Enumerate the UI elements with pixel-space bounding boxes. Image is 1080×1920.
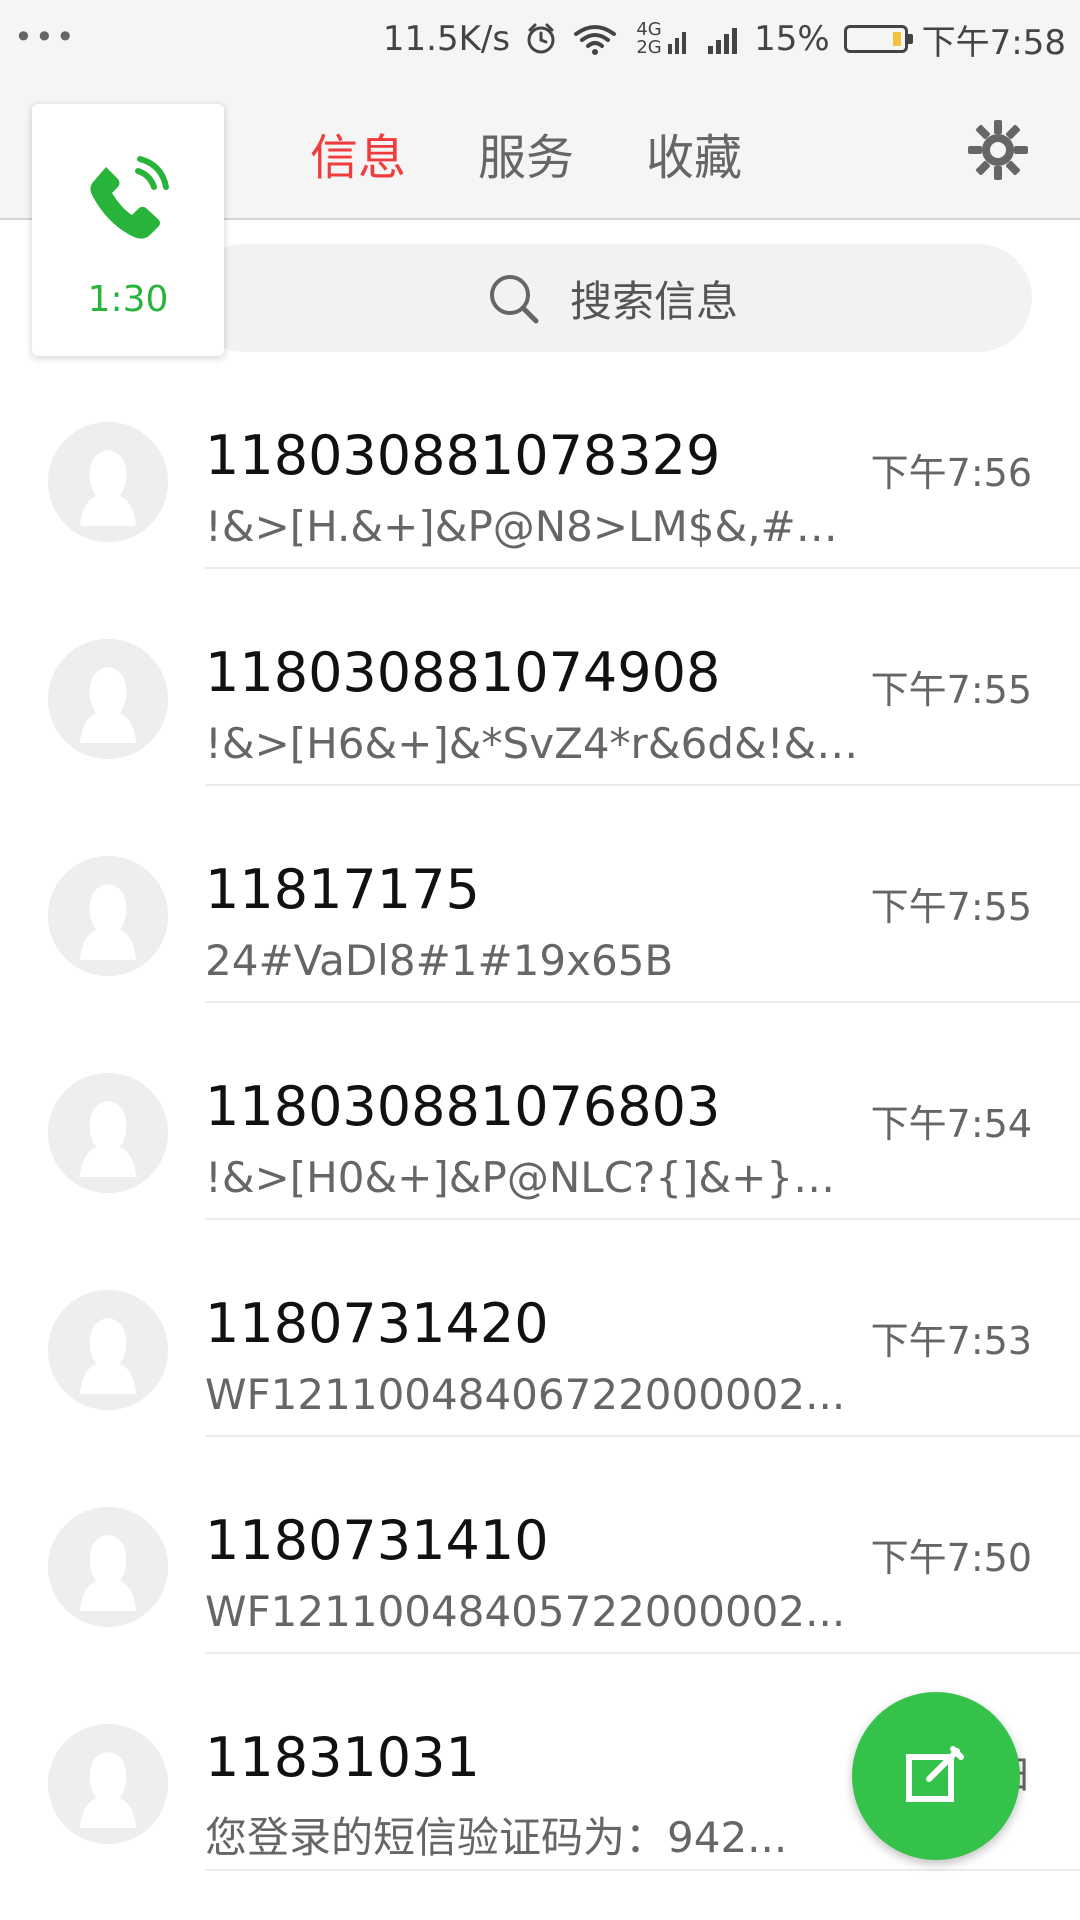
divider	[205, 1869, 1080, 1871]
search-placeholder: 搜索信息	[569, 276, 738, 326]
list-item[interactable]: 1180731410 WF1211004840572200000​2... 下午…	[0, 1437, 1080, 1654]
avatar-person-icon	[48, 422, 168, 542]
message-preview: !&>[H.&+]&P@N8>LM$&,#&!&...	[205, 502, 865, 551]
status-bar: ••• 11.5K/s 4G 2G 15% 下午7:58	[0, 0, 1080, 78]
tabs: 信息 服务 收藏	[310, 118, 742, 188]
message-sender: 11831031	[205, 1726, 480, 1789]
list-item[interactable]: 118030881078329 !&>[H.&+]&P@N8>LM$&,#&!&…	[0, 352, 1080, 569]
list-item[interactable]: 1180731420 WF1211004840672200000​2... 下午…	[0, 1220, 1080, 1437]
search-bar[interactable]: 搜索信息	[190, 244, 1032, 352]
avatar	[48, 1290, 168, 1410]
message-preview: !&>[H0&+]&P@NLC?{]&+}&!&(...	[205, 1153, 865, 1202]
avatar-person-icon	[48, 1073, 168, 1193]
message-time: 下午7:56	[870, 451, 1032, 495]
avatar-person-icon	[48, 1507, 168, 1627]
message-time: 下午7:54	[870, 1102, 1032, 1146]
list-item[interactable]: 11817175 24#VaDl8#1#19x65B 下午7:55	[0, 786, 1080, 1003]
avatar-person-icon	[48, 1724, 168, 1844]
avatar	[48, 1507, 168, 1627]
message-sender: 11817175	[205, 858, 480, 921]
message-preview: WF1211004840572200000​2...	[205, 1587, 846, 1636]
avatar-person-icon	[48, 639, 168, 759]
tab-messages[interactable]: 信息	[310, 118, 406, 188]
message-time: 下午7:55	[870, 885, 1032, 929]
message-preview: 24#VaDl8#1#19x65B	[205, 936, 674, 985]
message-sender: 1180731420	[205, 1292, 549, 1355]
compose-icon	[906, 1746, 964, 1802]
compose-fab[interactable]	[852, 1692, 1020, 1860]
message-preview: !&>[H6&+]&*SvZ4*r&6d&!&()z...	[205, 719, 865, 768]
call-timer: 1:30	[87, 278, 169, 320]
status-time: 下午7:58	[921, 22, 1066, 63]
avatar-person-icon	[48, 1290, 168, 1410]
avatar	[48, 1724, 168, 1844]
network-speed: 11.5K/s	[382, 19, 511, 59]
settings-button[interactable]	[966, 118, 1030, 182]
avatar-person-icon	[48, 856, 168, 976]
list-item[interactable]: 118030881076803 !&>[H0&+]&P@NLC?{]&+}&!&…	[0, 1003, 1080, 1220]
message-sender: 118030881074908	[205, 641, 721, 704]
message-sender: 118030881078329	[205, 424, 721, 487]
gear-icon	[968, 120, 1028, 180]
tab-favorites[interactable]: 收藏	[646, 118, 742, 188]
message-time: 下午7:53	[870, 1319, 1032, 1363]
status-right: 11.5K/s 4G 2G 15% 下午7:58	[383, 14, 1066, 64]
signal-icon	[706, 22, 740, 56]
status-dots: •••	[14, 18, 77, 56]
avatar	[48, 639, 168, 759]
alarm-icon	[524, 22, 558, 56]
battery-percent: 15%	[754, 19, 830, 59]
tab-services[interactable]: 服务	[478, 118, 574, 188]
avatar	[48, 856, 168, 976]
avatar	[48, 422, 168, 542]
battery-icon	[843, 25, 913, 53]
message-sender: 118030881076803	[205, 1075, 721, 1138]
floating-call-widget[interactable]: 1:30	[32, 104, 224, 356]
network-4g-2g-icon: 4G 2G	[632, 21, 692, 57]
search-icon	[489, 275, 539, 324]
battery-fill	[892, 32, 901, 46]
list-item[interactable]: 118030881074908 !&>[H6&+]&*SvZ4*r&6d&!&(…	[0, 569, 1080, 786]
phone-call-icon	[90, 155, 169, 239]
message-time: 下午7:55	[870, 668, 1032, 712]
message-preview: WF1211004840672200000​2...	[205, 1370, 846, 1419]
message-time: 下午7:50	[870, 1536, 1032, 1580]
message-preview: 您登录的短信验证码为：942...	[205, 1813, 788, 1862]
avatar	[48, 1073, 168, 1193]
message-list: 118030881078329 !&>[H.&+]&P@N8>LM$&,#&!&…	[0, 352, 1080, 1871]
message-sender: 1180731410	[205, 1509, 549, 1572]
wifi-icon	[572, 22, 618, 56]
